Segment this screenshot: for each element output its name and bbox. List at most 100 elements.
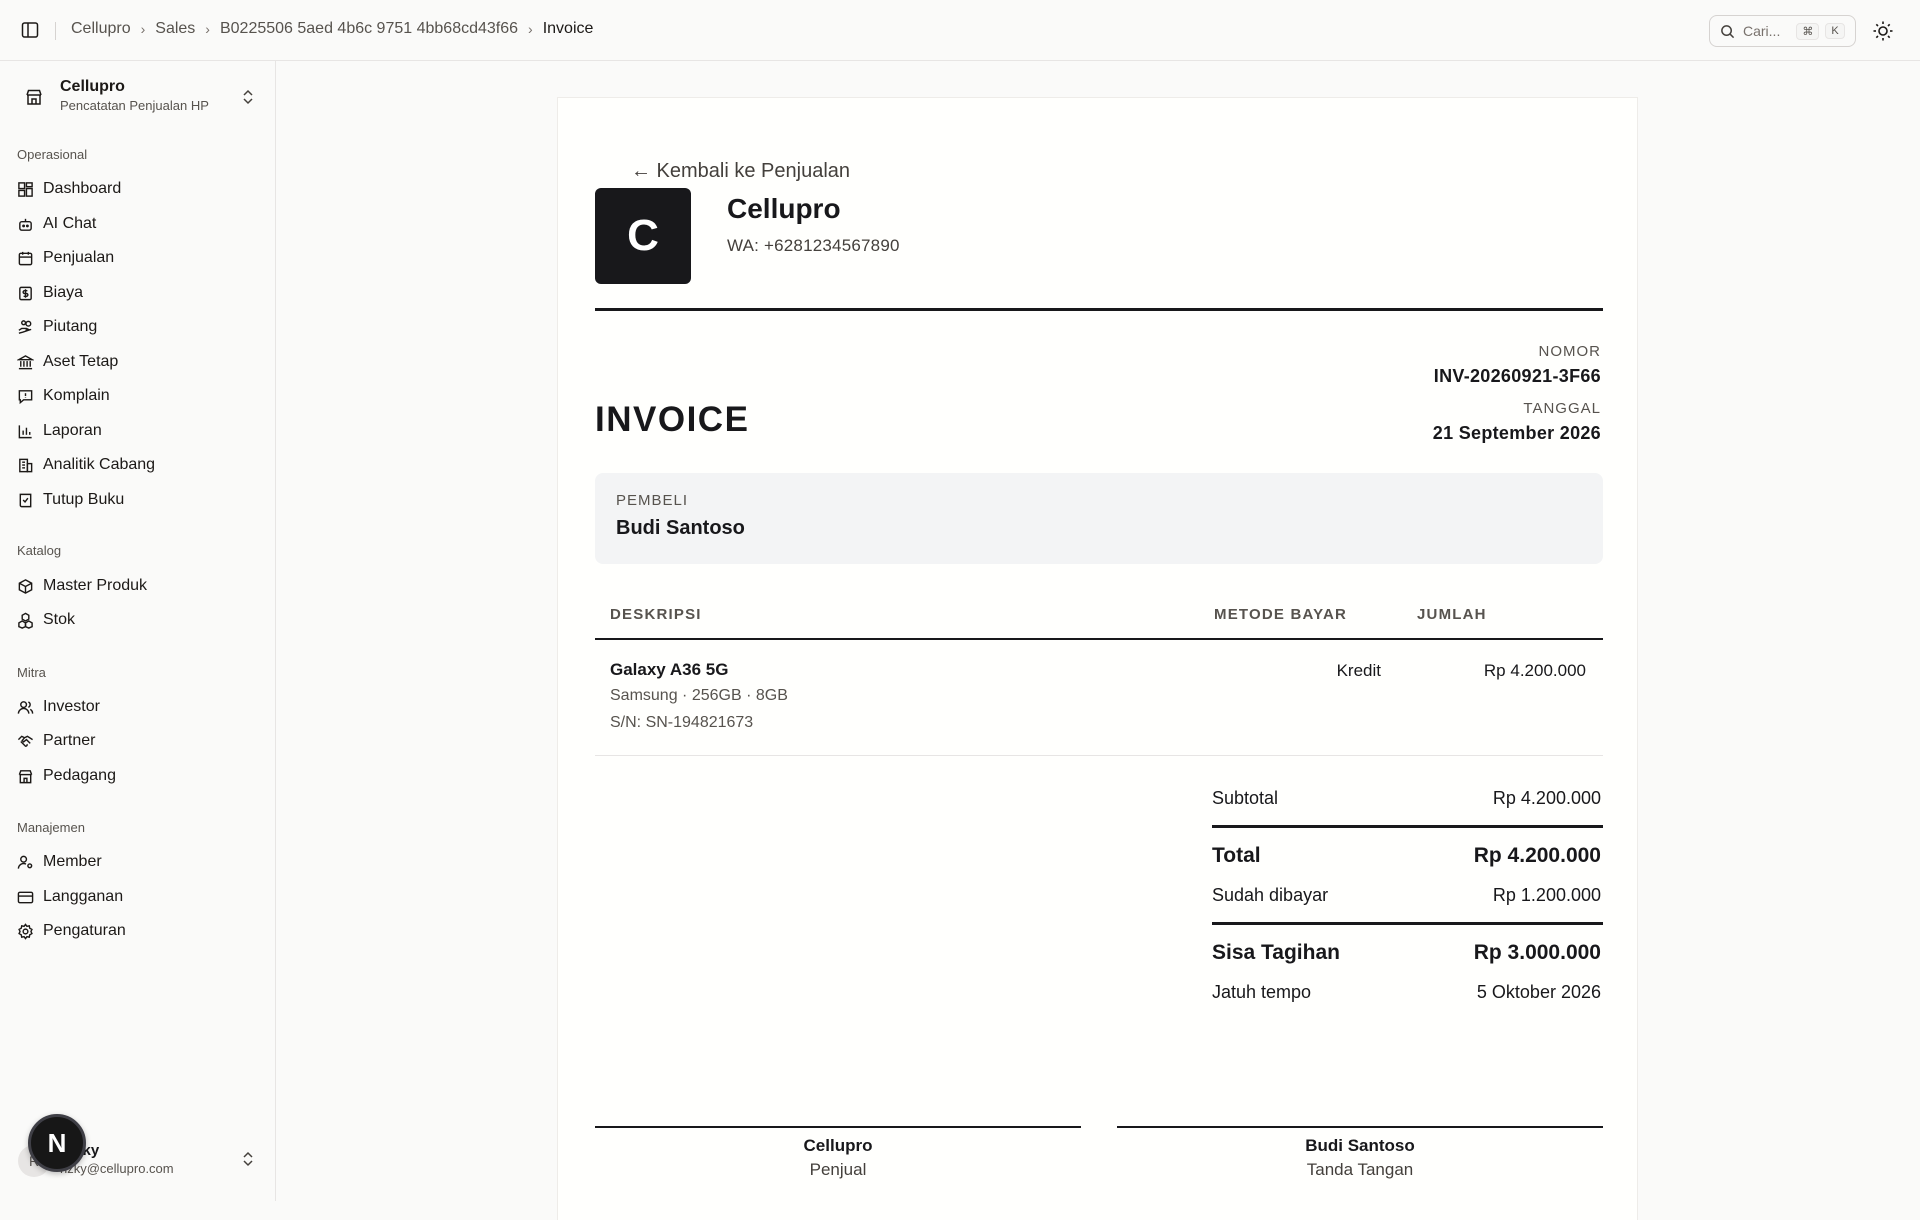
chevron-right-icon: › [528,21,533,37]
remaining-value: Rp 3.000.000 [1473,941,1601,964]
sidebar-item-label: Partner [43,732,96,749]
org-name: Cellupro [60,78,125,95]
invoice-date: 21 September 2026 [1432,423,1601,443]
search-button[interactable]: Cari... ⌘ K [1709,15,1856,47]
shortcut-mod-key: ⌘ [1796,22,1820,40]
sidebar-toggle-icon[interactable] [20,20,40,40]
org-subtitle: Pencatatan Penjualan HP [60,98,209,113]
buyer-name: Budi Santoso [616,517,745,539]
remaining-label: Sisa Tagihan [1212,941,1340,964]
store-icon [18,769,33,783]
sidebar-item-aset-tetap[interactable]: Aset Tetap [17,348,257,376]
sidebar-item-member[interactable]: Member [17,848,257,876]
chevron-right-icon: › [140,21,146,37]
buyer-label: PEMBELI [616,492,689,509]
sun-icon[interactable] [1872,20,1894,42]
sidebar-item-stok[interactable]: Stok [17,606,257,634]
column-header-amount: JUMLAH [1417,606,1487,623]
sidebar-item-label: Dashboard [43,180,122,197]
item-name: Galaxy A36 5G [610,660,729,679]
sidebar-item-investor[interactable]: Investor [17,693,257,721]
sidebar-item-piutang[interactable]: Piutang [17,313,257,341]
search-placeholder: Cari... [1743,23,1781,39]
dashboard-icon [18,181,33,197]
shop-whatsapp: WA: +6281234567890 [727,236,900,255]
sidebar-item-komplain[interactable]: Komplain [17,382,257,410]
sidebar-item-label: Tutup Buku [43,491,125,508]
sidebar-item-analitik-cabang[interactable]: Analitik Cabang [17,451,257,479]
sidebar-item-label: AI Chat [43,215,97,232]
sidebar-item-label: Investor [43,698,100,715]
book-check-icon [19,493,32,507]
signature-name-buyer: Budi Santoso [1305,1136,1415,1155]
section-title-katalog: Katalog [17,543,62,558]
sidebar-item-label: Pengaturan [43,922,126,939]
breadcrumb-item-sale-id[interactable]: B0225506 5aed 4b6c 9751 4bb68cd43f66 [220,20,518,38]
search-icon [1721,24,1735,38]
total-value: Rp 4.200.000 [1473,844,1601,867]
invoice-title: INVOICE [595,400,750,439]
store-icon [26,89,42,105]
sidebar-item-dashboard[interactable]: Dashboard [17,175,257,203]
invoice-number: INV-20260921-3F66 [1433,366,1601,386]
user-cog-icon [17,855,33,869]
hand-coins-icon [18,319,32,334]
item-serial: S/N: SN-194821673 [610,714,754,731]
sidebar-item-biaya[interactable]: Biaya [17,279,257,307]
building-icon [19,458,33,472]
table-header-divider [595,638,1603,640]
invoice-number-label: NOMOR [1538,343,1601,360]
chevrons-up-down-icon [243,89,253,105]
top-bar: Cellupro › Sales › B0225506 5aed 4b6c 97… [0,0,1920,61]
sidebar-item-label: Stok [43,611,76,628]
item-payment-method: Kredit [1336,661,1381,680]
section-title-operasional: Operasional [17,147,88,162]
signature-name-seller: Cellupro [803,1136,873,1155]
sidebar-item-ai-chat[interactable]: AI Chat [17,210,257,238]
signature-line-seller [595,1126,1081,1128]
sidebar-item-label: Penjualan [43,249,115,266]
org-switcher[interactable]: Cellupro Pencatatan Penjualan HP [0,75,276,119]
sidebar-item-label: Biaya [43,284,84,301]
chevrons-up-down-icon [243,1151,253,1167]
buyer-panel: PEMBELI Budi Santoso [595,473,1603,564]
sidebar-item-pedagang[interactable]: Pedagang [17,762,257,790]
shop-logo: C [595,188,691,284]
sidebar-item-label: Master Produk [43,577,148,594]
column-header-description: DESKRIPSI [610,606,702,623]
item-amount: Rp 4.200.000 [1483,661,1586,680]
due-date-value: 5 Oktober 2026 [1476,982,1601,1002]
breadcrumb: Cellupro › Sales › B0225506 5aed 4b6c 97… [71,20,593,38]
breadcrumb-item-org[interactable]: Cellupro [71,20,131,38]
sidebar-item-pengaturan[interactable]: Pengaturan [17,917,257,945]
invoice-document: ← Kembali ke Penjualan C Cellupro WA: +6… [557,97,1638,1220]
floating-dev-badge[interactable]: N [28,1114,86,1172]
back-to-sales-link[interactable]: ← Kembali ke Penjualan [631,160,850,183]
package-icon [18,578,33,594]
subtotal-value: Rp 4.200.000 [1492,788,1601,808]
total-label: Total [1212,844,1261,867]
section-title-mitra: Mitra [17,665,46,680]
sidebar-item-laporan[interactable]: Laporan [17,417,257,445]
shop-name: Cellupro [727,193,841,224]
message-alert-icon [18,389,33,404]
paid-value: Rp 1.200.000 [1492,885,1601,905]
sidebar-item-penjualan[interactable]: Penjualan [17,244,257,272]
subtotal-label: Subtotal [1212,788,1279,808]
sidebar-item-partner[interactable]: Partner [17,727,257,755]
bot-icon [19,218,32,231]
section-title-manajemen: Manajemen [17,820,85,835]
sidebar-item-tutup-buku[interactable]: Tutup Buku [17,486,257,514]
signature-role-buyer: Tanda Tangan [1306,1160,1414,1179]
breadcrumb-item-sales[interactable]: Sales [155,20,195,38]
landmark-icon [17,354,34,369]
sidebar-item-label: Analitik Cabang [43,456,156,473]
due-date-label: Jatuh tempo [1212,982,1312,1002]
header-divider [595,308,1603,311]
sidebar-item-label: Langganan [43,888,124,905]
sidebar-item-langganan[interactable]: Langganan [17,883,257,911]
sidebar-item-label: Member [43,853,102,870]
sidebar-item-master-produk[interactable]: Master Produk [17,572,257,600]
sidebar-item-label: Laporan [43,422,102,439]
sidebar-item-label: Pedagang [43,767,116,784]
